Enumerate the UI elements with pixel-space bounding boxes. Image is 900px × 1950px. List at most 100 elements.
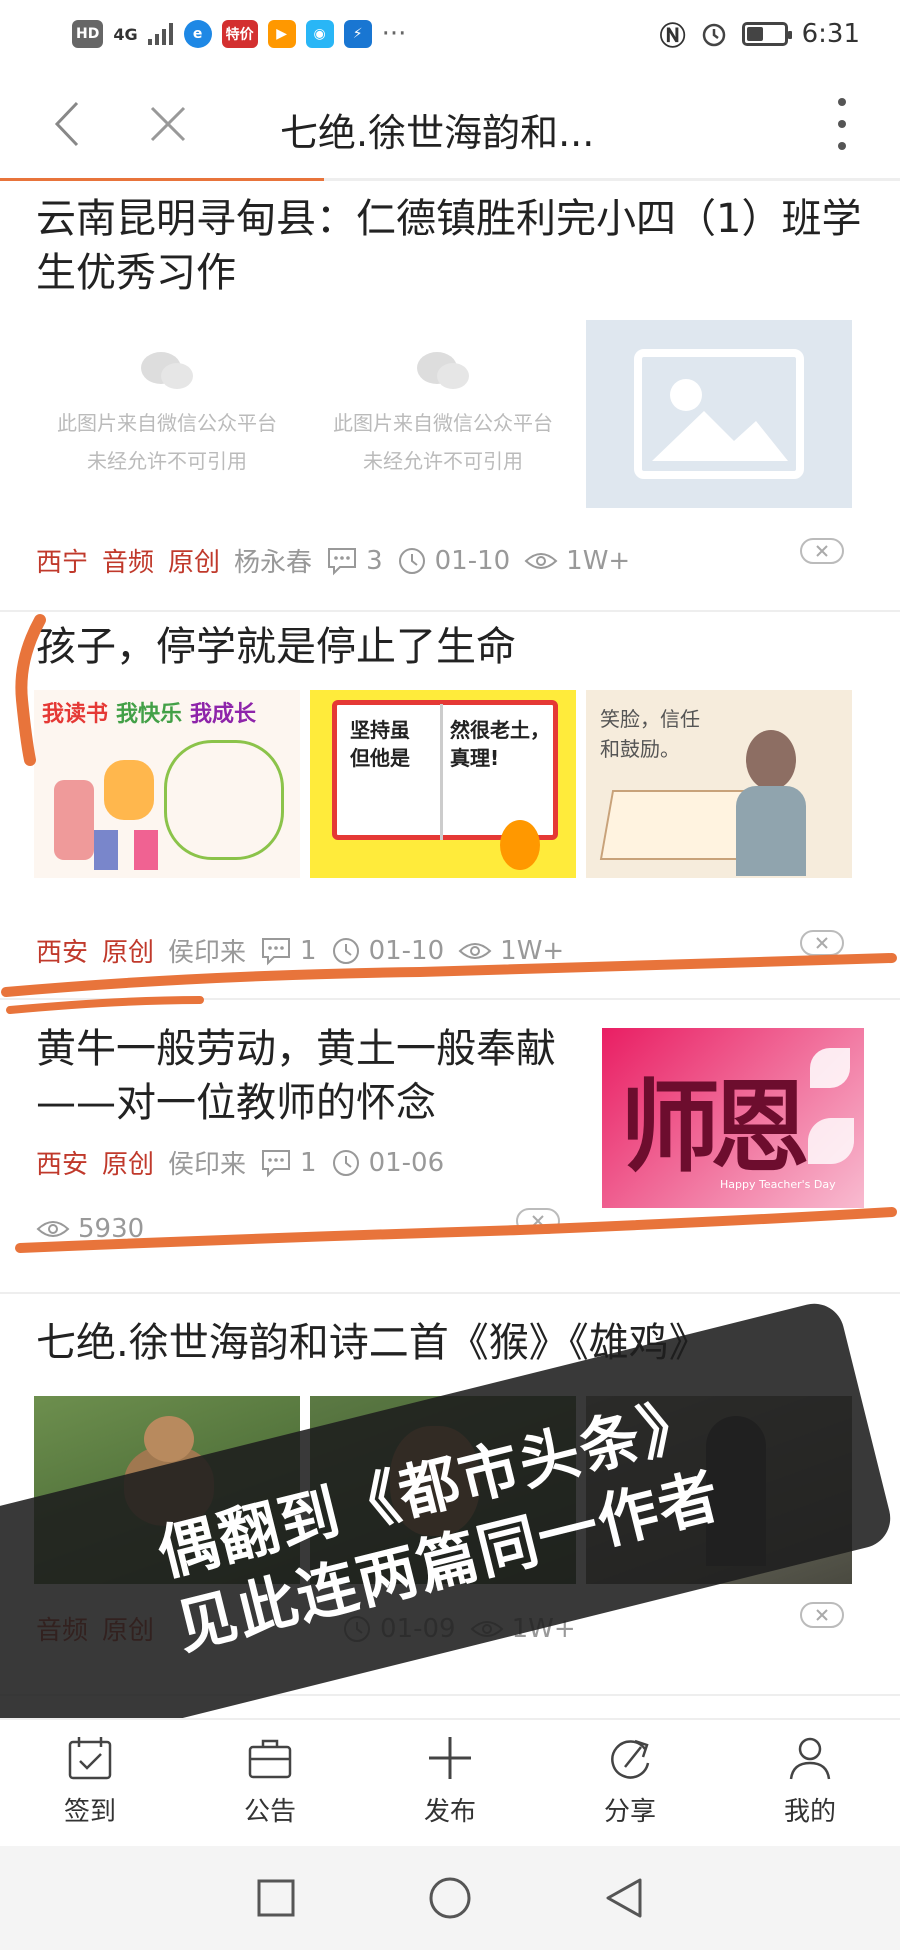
calendar-check-icon	[68, 1736, 112, 1779]
system-navigation-bar	[0, 1846, 900, 1950]
eye-icon	[524, 552, 558, 569]
browser-icon: e	[183, 20, 212, 48]
briefcase-icon	[248, 1739, 292, 1778]
tag-location[interactable]: 西宁	[36, 542, 88, 579]
wechat-placeholder-image[interactable]: 此图片来自微信公众平台 未经允许不可引用	[310, 320, 576, 508]
tab-profile[interactable]: 我的	[750, 1733, 870, 1828]
user-icon	[789, 1737, 831, 1779]
signal-label: 4G	[113, 24, 138, 44]
thumbnail-row: 我读书 我快乐 我成长 坚持虽 但他是 然很老土， 真理! 笑脸，信任 和鼓励。	[34, 690, 852, 878]
comment-icon	[262, 937, 291, 965]
wechat-notice-line2: 未经允许不可引用	[87, 449, 247, 473]
tag-location[interactable]: 西安	[36, 1144, 88, 1181]
eye-icon	[36, 1221, 70, 1237]
publish-date: 01-10	[331, 936, 444, 966]
close-icon	[816, 1609, 828, 1621]
close-icon	[816, 545, 828, 557]
view-count: 1W+	[458, 936, 564, 966]
wechat-notice-line2: 未经允许不可引用	[363, 449, 523, 473]
close-icon	[532, 1215, 544, 1227]
thumbnail-image[interactable]: 我读书 我快乐 我成长	[34, 690, 300, 878]
view-count: 1W+	[524, 546, 630, 576]
tab-publish[interactable]: 发布	[390, 1733, 510, 1828]
wechat-icon	[141, 352, 193, 389]
plus-icon	[429, 1736, 471, 1779]
dismiss-button[interactable]	[516, 1208, 560, 1234]
article-item[interactable]: 云南昆明寻甸县：仁德镇胜利完小四（1）班学生优秀习作 此图片来自微信公众平台 未…	[0, 182, 900, 612]
battery-icon	[741, 22, 792, 46]
camera-app-icon: ◉	[305, 20, 334, 48]
article-title[interactable]: 黄牛一般劳动，黄土一般奉献 ——对一位教师的怀念	[36, 1022, 596, 1130]
article-title[interactable]: 孩子，停学就是停止了生命	[36, 620, 516, 674]
comment-icon	[262, 1149, 291, 1177]
alarm-icon	[702, 23, 725, 47]
author-name[interactable]: 侯印来	[168, 932, 246, 969]
signal-icon	[147, 23, 173, 45]
dismiss-button[interactable]	[800, 538, 844, 564]
tab-share[interactable]: 分享	[570, 1733, 690, 1828]
wechat-placeholder-image[interactable]: 此图片来自微信公众平台 未经允许不可引用	[34, 320, 300, 508]
load-progress	[0, 178, 900, 181]
app-badge: 特价	[221, 20, 258, 48]
close-icon	[150, 106, 186, 142]
clock-icon	[332, 937, 359, 964]
tag-original[interactable]: 原创	[102, 1144, 154, 1181]
thumbnail-image[interactable]: 师恩 Happy Teacher's Day	[602, 1028, 864, 1208]
lightning-app-icon: ⚡	[343, 20, 372, 48]
close-button[interactable]	[140, 96, 196, 152]
back-nav-button[interactable]	[604, 1876, 644, 1920]
wechat-notice-line1: 此图片来自微信公众平台	[57, 411, 277, 435]
article-meta: 西安 原创 侯印来 1 01-10 1W+	[36, 932, 564, 969]
status-left: HD 4G e 特价 ▶ ◉ ⚡ ···	[72, 19, 406, 49]
article-meta: 西安 原创 侯印来 1 01-06	[36, 1144, 444, 1181]
tag-original[interactable]: 原创	[102, 932, 154, 969]
home-button[interactable]	[428, 1876, 472, 1920]
tag-location[interactable]: 西安	[36, 932, 88, 969]
back-button[interactable]	[40, 96, 92, 152]
publish-date: 01-06	[331, 1148, 444, 1178]
comment-count: 1	[260, 936, 317, 966]
tag-original[interactable]: 原创	[168, 542, 220, 579]
thumbnail-image[interactable]: 坚持虽 但他是 然很老土， 真理!	[310, 690, 576, 878]
tab-checkin[interactable]: 签到	[30, 1733, 150, 1828]
clock-icon	[332, 1149, 359, 1176]
status-bar: HD 4G e 特价 ▶ ◉ ⚡ ··· Ⓝ 6:31	[0, 0, 900, 68]
recent-apps-button[interactable]	[256, 1878, 296, 1918]
hd-badge: HD	[72, 20, 104, 48]
close-icon	[816, 937, 828, 949]
tab-announcement[interactable]: 公告	[210, 1733, 330, 1828]
article-meta-views: 5930	[36, 1214, 144, 1244]
thumbnail-image[interactable]: 笑脸，信任 和鼓励。	[586, 690, 852, 878]
nav-bar: 七绝.徐世海韵和...	[0, 68, 900, 180]
article-meta: 西宁 音频 原创 杨永春 3 01-10 1W+	[36, 542, 630, 579]
image-placeholder-icon	[634, 349, 804, 479]
comment-icon	[328, 547, 357, 575]
dismiss-button[interactable]	[800, 1602, 844, 1628]
view-count: 5930	[36, 1214, 144, 1244]
clock-icon	[398, 547, 425, 574]
article-title[interactable]: 云南昆明寻甸县：仁德镇胜利完小四（1）班学生优秀习作	[36, 192, 866, 300]
wechat-notice-line1: 此图片来自微信公众平台	[333, 411, 553, 435]
chevron-left-icon	[54, 101, 79, 147]
eye-icon	[458, 942, 492, 959]
bottom-tab-bar: 签到 公告 发布 分享 我的	[0, 1718, 900, 1840]
article-item[interactable]: 孩子，停学就是停止了生命 我读书 我快乐 我成长 坚持虽 但他是 然很老土，真理…	[0, 614, 900, 1000]
comment-count: 1	[260, 1148, 317, 1178]
dismiss-button[interactable]	[800, 930, 844, 956]
publish-date: 01-10	[397, 546, 510, 576]
video-app-icon: ▶	[267, 20, 296, 48]
thumbnail-row: 此图片来自微信公众平台 未经允许不可引用 此图片来自微信公众平台 未经允许不可引…	[34, 320, 852, 508]
article-item[interactable]: 黄牛一般劳动，黄土一般奉献 ——对一位教师的怀念 师恩 Happy Teache…	[0, 1002, 900, 1294]
author-name[interactable]: 侯印来	[168, 1144, 246, 1181]
more-menu-button[interactable]	[832, 98, 852, 150]
author-name[interactable]: 杨永春	[234, 542, 312, 579]
more-notifications: ···	[381, 19, 407, 49]
comment-count: 3	[326, 546, 383, 576]
clock-time: 6:31	[801, 19, 860, 49]
nfc-icon: Ⓝ	[659, 21, 686, 52]
page-title: 七绝.徐世海韵和...	[280, 111, 595, 155]
tag-audio[interactable]: 音频	[102, 542, 154, 579]
status-right: Ⓝ 6:31	[660, 16, 860, 53]
wechat-icon	[417, 352, 469, 389]
image-placeholder[interactable]	[586, 320, 852, 508]
